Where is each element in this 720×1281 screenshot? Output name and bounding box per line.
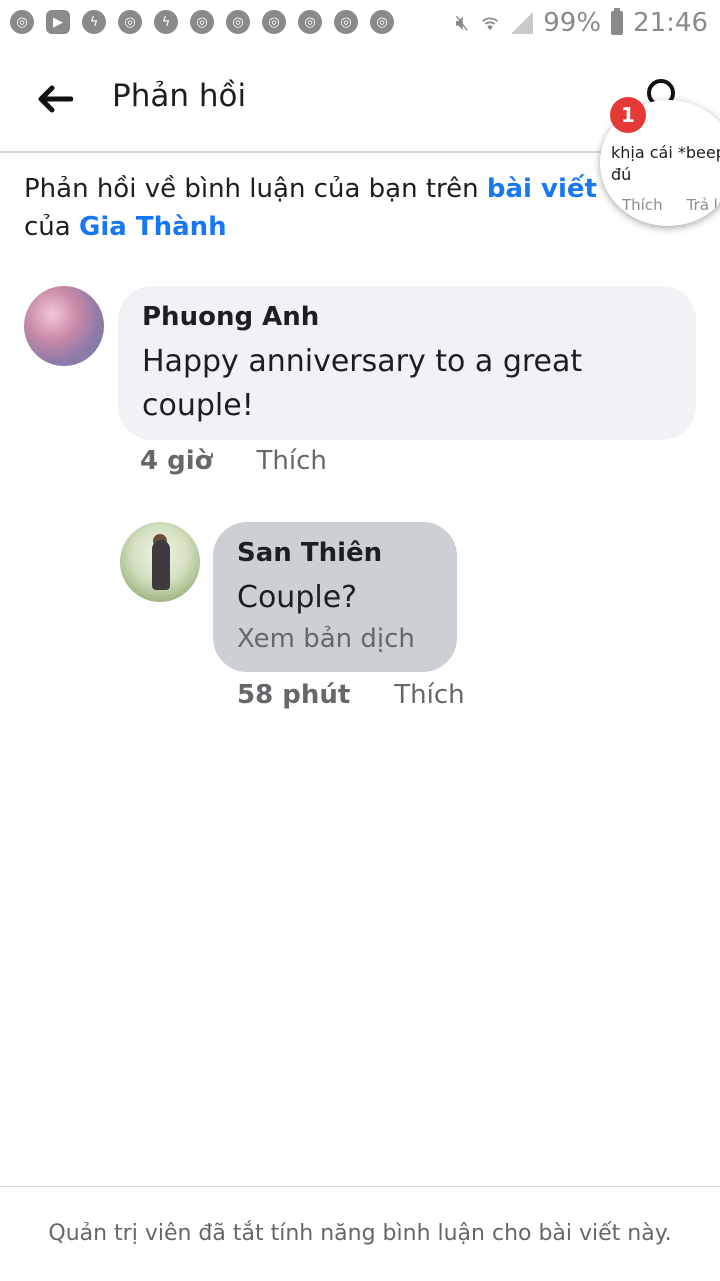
status-bar: ◎ ▶ ϟ ◎ ϟ ◎ ◎ ◎ ◎ ◎ ◎ 🔇︎ 99% 21:46 [0,0,720,48]
author-link[interactable]: Gia Thành [79,212,227,242]
context-middle: của [24,212,79,242]
chat-head-preview-line2: đú [611,165,632,184]
wifi-icon [482,17,499,31]
signal-icon [511,12,534,34]
reply-author[interactable]: San Thiên [237,538,382,568]
comments-disabled-footer: Quản trị viên đã tắt tính năng bình luận… [0,1186,720,1281]
chrome-icon: ◎ [298,10,322,34]
chat-head-preview-line1: khịa cái *beep* [611,143,720,162]
battery-percent: 99% [543,8,602,38]
clock: 21:46 [633,8,708,38]
chrome-icon: ◎ [118,10,142,34]
post-link[interactable]: bài viết [487,174,597,204]
comment-text: Happy anniversary to a great couple! [142,344,583,423]
reply-context: Phản hồi về bình luận của bạn trên bài v… [24,170,614,246]
chat-head-reply: Trả lời [686,196,720,214]
reply-time: 58 phút [237,680,351,710]
notification-badge: 1 [610,97,646,133]
chrome-icon: ◎ [262,10,286,34]
chrome-icon: ◎ [10,10,34,34]
messenger-icon: ϟ [154,10,178,34]
avatar[interactable] [24,286,104,366]
youtube-icon: ▶ [46,10,70,34]
chat-head-actions: Thích Trả lời [622,196,720,214]
reply-meta: 58 phút Thích [237,680,465,710]
chrome-icon: ◎ [190,10,214,34]
status-right: 🔇︎ 99% 21:46 [455,8,708,38]
chrome-icon: ◎ [226,10,250,34]
reply-text: Couple? [237,580,358,615]
page-title: Phản hồi [112,78,247,114]
like-button[interactable]: Thích [394,680,464,710]
messenger-icon: ϟ [82,10,106,34]
comment-bubble[interactable]: Phuong Anh Happy anniversary to a great … [118,286,696,440]
chrome-icon: ◎ [370,10,394,34]
comment-author[interactable]: Phuong Anh [142,302,319,332]
back-button[interactable] [30,76,80,122]
see-translation-link[interactable]: Xem bản dịch [237,624,415,654]
arrow-left-icon [38,85,73,113]
comments-disabled-text: Quản trị viên đã tắt tính năng bình luận… [48,1221,672,1246]
battery-icon [611,8,624,35]
comment-time: 4 giờ [140,446,213,476]
reply-bubble[interactable]: San Thiên Couple? Xem bản dịch [213,522,457,672]
context-prefix: Phản hồi về bình luận của bạn trên [24,174,487,204]
like-button[interactable]: Thích [257,446,327,476]
chrome-icon: ◎ [334,10,358,34]
mute-icon: 🔇︎ [455,10,470,36]
chat-head-like: Thích [622,196,663,214]
chat-head-preview: khịa cái *beep* đú [611,142,720,186]
notification-icons: ◎ ▶ ϟ ◎ ϟ ◎ ◎ ◎ ◎ ◎ ◎ [10,10,394,34]
avatar[interactable] [120,522,200,602]
avatar-figure [152,540,170,590]
comment-meta: 4 giờ Thích [140,446,327,476]
